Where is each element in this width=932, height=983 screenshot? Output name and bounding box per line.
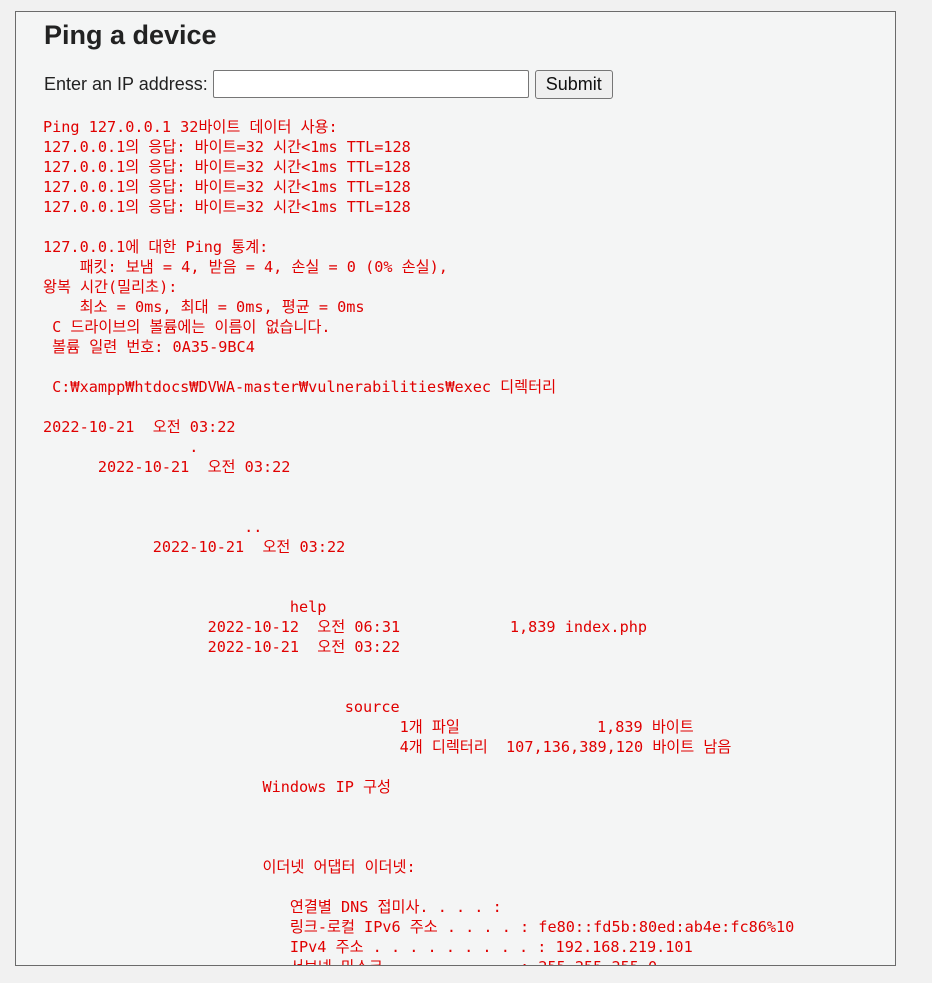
output-line: 127.0.0.1에 대한 Ping 통계: [43,238,269,256]
output-line: 서브넷 마스크 . . . . . . . : 255.255.255.0 [43,957,794,965]
output-line: . [43,438,199,456]
output-line: Windows IP 구성 [43,778,391,796]
output-line: 127.0.0.1의 응답: 바이트=32 시간<1ms TTL=128 [43,198,411,216]
dir-output-block: . 2022-10-21 오전 03:22 .. 2022-10-21 오전 0… [43,437,795,965]
ip-address-label: Enter an IP address: [44,73,208,94]
output-line: 127.0.0.1의 응답: 바이트=32 시간<1ms TTL=128 [43,178,411,196]
main-panel: Ping a device Enter an IP address: Submi… [15,11,896,966]
output-line: 이더넷 어댑터 이더넷: [43,858,416,876]
page-title: Ping a device [44,20,217,50]
output-line: 4개 디렉터리 107,136,389,120 바이트 남음 [43,738,732,756]
output-line: Ping 127.0.0.1 32바이트 데이터 사용: [43,118,338,136]
output-line: 2022-10-21 오전 03:22 [43,638,401,656]
output-line: 2022-10-21 오전 03:22 [43,458,291,476]
output-line: 링크-로컬 IPv6 주소 . . . . : fe80::fd5b:80ed:… [43,918,795,936]
output-line: 2022-10-21 오전 03:22 [43,418,236,436]
output-line: C:₩xampp₩htdocs₩DVWA-master₩vulnerabilit… [43,378,557,396]
output-line: 127.0.0.1의 응답: 바이트=32 시간<1ms TTL=128 [43,158,411,176]
output-line: .. [43,518,263,536]
output-line: source [43,698,400,716]
output-line: 127.0.0.1의 응답: 바이트=32 시간<1ms TTL=128 [43,138,411,156]
ping-output: Ping 127.0.0.1 32바이트 데이터 사용: 127.0.0.1의 응… [43,117,795,965]
submit-button[interactable]: Submit [534,69,613,99]
output-line: 1개 파일 1,839 바이트 [43,718,694,736]
output-line: help [43,598,327,616]
output-line: IPv4 주소 . . . . . . . . . : 192.168.219.… [43,938,693,956]
output-line: 2022-10-12 오전 06:31 1,839 index.php [43,618,647,636]
output-line: 최소 = 0ms, 최대 = 0ms, 평균 = 0ms [43,298,365,316]
ping-form: Enter an IP address: Submit [44,68,613,100]
output-line: 왕복 시간(밀리초): [43,278,178,296]
ping-output-block: Ping 127.0.0.1 32바이트 데이터 사용: 127.0.0.1의 응… [43,117,794,437]
output-line: 2022-10-21 오전 03:22 [43,538,346,556]
output-line: 패킷: 보냄 = 4, 받음 = 4, 손실 = 0 (0% 손실), [43,258,448,276]
ip-address-input[interactable] [212,70,529,98]
output-line: 볼륨 일련 번호: 0A35-9BC4 [43,338,255,356]
output-line: C 드라이브의 볼륨에는 이름이 없습니다. [43,318,331,336]
output-line: 연결별 DNS 접미사. . . . : [43,898,502,916]
